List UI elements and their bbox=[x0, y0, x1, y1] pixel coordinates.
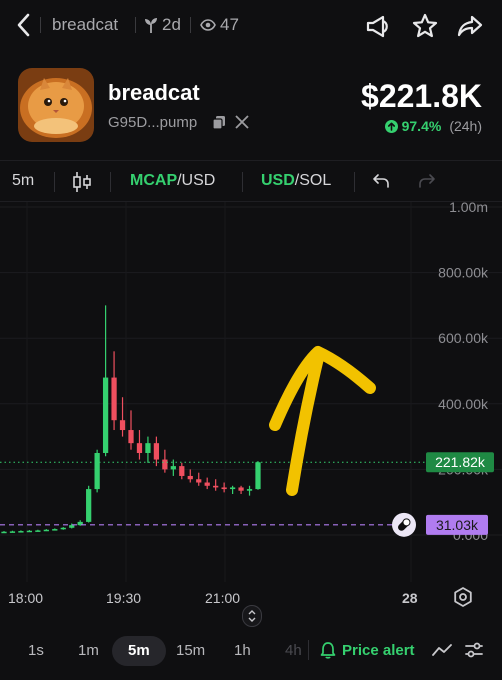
candle-body bbox=[1, 531, 7, 534]
back-chevron-icon[interactable] bbox=[14, 12, 34, 38]
candle-body bbox=[187, 475, 193, 480]
timeframe-1s[interactable]: 1s bbox=[28, 642, 44, 659]
price-change: 97.4% (24h) bbox=[384, 118, 482, 134]
star-icon[interactable] bbox=[411, 12, 439, 40]
toolbar-divider bbox=[54, 172, 55, 192]
change-percent: 97.4% bbox=[401, 118, 442, 134]
candle-body bbox=[204, 482, 210, 486]
y-tick-label: 1.00m bbox=[449, 202, 488, 215]
view-count: 47 bbox=[220, 15, 239, 34]
chart-scroll-handle[interactable] bbox=[242, 605, 262, 627]
line-chart-icon[interactable] bbox=[432, 641, 452, 659]
timeframe-1m[interactable]: 1m bbox=[78, 642, 99, 659]
time-label: 21:00 bbox=[205, 590, 241, 606]
candle-body bbox=[52, 529, 58, 531]
candle-body bbox=[229, 487, 236, 490]
nav-divider bbox=[135, 17, 136, 33]
y-axis-labels: 1.00m800.00k600.00k400.00k200.00k0.000 bbox=[438, 202, 489, 543]
timeframe-1h[interactable]: 1h bbox=[234, 642, 251, 659]
filter-sliders-icon[interactable] bbox=[464, 641, 484, 659]
price-badges: 221.82k 31.03k bbox=[392, 452, 494, 537]
candle-body bbox=[162, 459, 168, 470]
tf-divider bbox=[308, 640, 309, 660]
expand-vertical-icon bbox=[248, 610, 256, 622]
eye-icon bbox=[200, 19, 216, 31]
time-label: 28 bbox=[402, 590, 418, 606]
megaphone-icon[interactable] bbox=[364, 12, 392, 40]
mcap-label: MCAP bbox=[130, 172, 178, 189]
candle-body bbox=[60, 527, 66, 530]
time-label: 19:30 bbox=[106, 590, 142, 606]
toolbar-divider bbox=[242, 172, 243, 192]
mcap-usd-toggle[interactable]: MCAP/USD bbox=[130, 172, 215, 190]
candle-body bbox=[179, 466, 185, 476]
candle-body bbox=[9, 531, 16, 533]
candle-body bbox=[255, 462, 261, 490]
candle-body bbox=[136, 443, 143, 453]
candle-body bbox=[43, 529, 49, 532]
candle-series bbox=[1, 305, 261, 534]
candlestick-icon[interactable] bbox=[72, 171, 92, 193]
candle-body bbox=[69, 525, 75, 528]
candle-body bbox=[128, 430, 134, 444]
timeframe-5m[interactable]: 5m bbox=[128, 642, 150, 659]
candle-body bbox=[238, 487, 244, 491]
usd-label-active: USD bbox=[261, 172, 295, 189]
timeframe-bar: 1s 1m 15m 1h 4h bbox=[0, 630, 502, 680]
sol-label: /SOL bbox=[294, 172, 332, 189]
timeframe-15m[interactable]: 15m bbox=[176, 642, 205, 659]
candle-body bbox=[145, 443, 151, 453]
toolbar-divider bbox=[354, 172, 355, 192]
candle-body bbox=[196, 479, 202, 483]
nav-divider bbox=[40, 17, 41, 33]
interval-selector[interactable]: 5m bbox=[12, 172, 34, 190]
nav-token-name: breadcat bbox=[52, 15, 119, 34]
y-tick-label: 400.00k bbox=[438, 396, 489, 412]
token-price: $221.8K bbox=[361, 78, 482, 114]
candle-body bbox=[221, 487, 227, 490]
chart-toolbar: 5m MCAP/USD USD/SOL bbox=[0, 160, 502, 202]
candle-body bbox=[86, 489, 92, 522]
time-label: 18:00 bbox=[8, 590, 44, 606]
current-price-badge-label: 221.82k bbox=[435, 454, 486, 470]
timeframe-4h[interactable]: 4h bbox=[285, 642, 302, 659]
price-alert-button[interactable]: Price alert bbox=[342, 642, 415, 659]
token-logo bbox=[18, 68, 94, 142]
share-icon[interactable] bbox=[456, 12, 484, 40]
chart-settings-icon[interactable] bbox=[452, 586, 474, 608]
candle-body bbox=[26, 530, 33, 533]
y-tick-label: 600.00k bbox=[438, 330, 489, 346]
change-period: (24h) bbox=[449, 118, 482, 134]
reference-badge-label: 31.03k bbox=[436, 517, 479, 533]
arrow-up-circle-icon bbox=[384, 119, 398, 133]
chart-gridlines bbox=[0, 206, 502, 536]
candle-body bbox=[246, 489, 253, 491]
candle-body bbox=[111, 377, 117, 421]
candle-body bbox=[18, 531, 24, 533]
candle-body bbox=[35, 530, 41, 532]
candle-body bbox=[119, 420, 126, 431]
candle-body bbox=[213, 485, 219, 488]
token-address: G95D...pump bbox=[108, 114, 198, 131]
y-tick-label: 800.00k bbox=[438, 265, 489, 281]
price-chart[interactable]: 1.00m800.00k600.00k400.00k200.00k0.000 2… bbox=[0, 202, 502, 582]
usd-label: /USD bbox=[177, 172, 216, 189]
toolbar-divider bbox=[110, 172, 111, 192]
token-age: 2d bbox=[162, 15, 181, 34]
x-logo-icon[interactable] bbox=[234, 114, 250, 130]
candle-body bbox=[153, 443, 160, 460]
candle-body bbox=[170, 466, 176, 470]
redo-icon[interactable] bbox=[418, 173, 436, 189]
usd-sol-toggle[interactable]: USD/SOL bbox=[261, 172, 331, 190]
bell-icon[interactable] bbox=[320, 641, 336, 659]
token-name: breadcat bbox=[108, 80, 200, 105]
candle-body bbox=[94, 453, 100, 490]
copy-icon[interactable] bbox=[212, 115, 226, 130]
sprout-icon bbox=[145, 18, 157, 33]
undo-icon[interactable] bbox=[372, 173, 390, 189]
nav-divider bbox=[190, 17, 191, 33]
top-nav-bar: breadcat 2d 47 bbox=[0, 0, 502, 52]
candle-body bbox=[102, 377, 109, 453]
